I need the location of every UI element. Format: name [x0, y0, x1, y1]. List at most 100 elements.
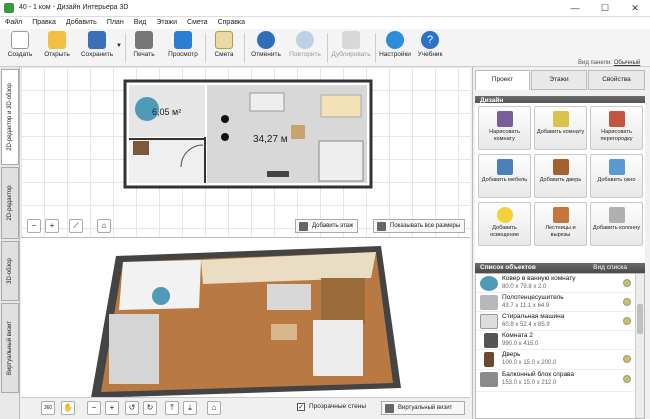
- close-button[interactable]: ✕: [620, 0, 650, 17]
- menu-estimate[interactable]: Смета: [182, 17, 213, 26]
- add-furniture-button[interactable]: Добавить мебель: [478, 154, 531, 198]
- tab-2d-editor[interactable]: 2D-редактор: [1, 167, 19, 239]
- undo-button[interactable]: Отменить: [248, 31, 284, 65]
- tab-project[interactable]: Проект: [475, 70, 530, 90]
- duplicate-button[interactable]: Дублировать: [330, 31, 372, 65]
- add-window-button[interactable]: Добавить окно: [590, 154, 643, 198]
- view-3d-canvas[interactable]: [21, 237, 470, 419]
- add-door-button[interactable]: Добавить дверь: [534, 154, 587, 198]
- hand-pan-icon[interactable]: ✋: [61, 401, 75, 415]
- stairs-and-cutouts-button[interactable]: Лестницы и вырезы: [534, 202, 587, 246]
- add-floor-button[interactable]: Добавить этаж: [295, 219, 359, 233]
- zoom-in-button[interactable]: +: [105, 401, 119, 415]
- home-view-button[interactable]: ⌂: [97, 219, 111, 233]
- room2-area-label: 34,27 м: [253, 134, 288, 145]
- light-bulb-icon[interactable]: [623, 317, 631, 325]
- save-button[interactable]: Сохранить: [77, 31, 117, 65]
- list-item[interactable]: Балконный блок справа 153.0 x 15.0 x 212…: [476, 370, 634, 392]
- estimate-icon: [215, 31, 233, 49]
- light-bulb-icon[interactable]: [623, 355, 631, 363]
- wardrobe: [133, 141, 149, 155]
- room-icon: [484, 333, 498, 348]
- draw-partition-button[interactable]: Нарисовать перегородку: [590, 106, 643, 150]
- sofa-3d: [267, 284, 311, 310]
- folder-icon: [48, 31, 66, 49]
- menu-edit[interactable]: Правка: [27, 17, 61, 26]
- transparent-walls-label: Прозрачные стены: [309, 403, 366, 410]
- tilt-up-icon[interactable]: ⤒: [165, 401, 179, 415]
- redo-button[interactable]: Повторить: [286, 31, 324, 65]
- menu-help[interactable]: Справка: [213, 17, 250, 26]
- objects-header: Список объектов Вид списка: [475, 263, 645, 273]
- door-icon: [552, 159, 569, 175]
- list-item[interactable]: Стиральная машина 60.8 x 52.4 x 85.9: [476, 312, 634, 331]
- menu-plan[interactable]: План: [102, 17, 129, 26]
- view-list-button[interactable]: Вид списка: [593, 263, 627, 273]
- printer-icon: [135, 31, 153, 49]
- estimate-button[interactable]: Смета: [210, 31, 238, 65]
- rug-icon: [480, 276, 498, 291]
- objects-scrollbar[interactable]: [635, 274, 644, 418]
- right-panel: Проект Этажи Свойства Дизайн Нарисовать …: [472, 67, 650, 419]
- brick-wall-icon: [608, 111, 625, 127]
- table-3d: [271, 324, 297, 340]
- add-column-button[interactable]: Добавить колонну: [590, 202, 643, 246]
- rotate-360-button[interactable]: 360: [41, 401, 55, 415]
- settings-button[interactable]: Настройки: [377, 31, 413, 65]
- menu-add[interactable]: Добавить: [61, 17, 102, 26]
- create-button[interactable]: Создать: [4, 31, 36, 65]
- door-icon: [484, 352, 494, 367]
- virtual-visit-button[interactable]: Виртуальный визит: [381, 401, 465, 415]
- tv-stand: [267, 171, 289, 177]
- add-room-button[interactable]: Добавить комнату: [534, 106, 587, 150]
- list-item[interactable]: Дверь 100.0 x 15.0 x 200.0: [476, 350, 634, 370]
- tutorial-button[interactable]: ? Учебник: [415, 31, 445, 65]
- plan-2d-canvas[interactable]: 6,05 м² 34,27 м − + ⟋ ⌂ Добавить этаж По…: [21, 67, 470, 237]
- list-item[interactable]: Полотенцесушитель 43.7 x 11.1 x 64.9: [476, 293, 634, 312]
- hall-3d: [109, 314, 159, 384]
- zoom-in-button[interactable]: +: [45, 219, 59, 233]
- tab-floors[interactable]: Этажи: [531, 70, 587, 90]
- camera-icon: [385, 404, 394, 413]
- minimize-button[interactable]: —: [560, 0, 590, 17]
- light-bulb-icon[interactable]: [623, 298, 631, 306]
- room1-area-label: 6,05 м²: [152, 107, 182, 117]
- list-item[interactable]: Ковер в ванную комнату 80.0 x 79.8 x 2.0: [476, 274, 634, 293]
- zoom-out-button[interactable]: −: [87, 401, 101, 415]
- rotate-left-icon[interactable]: ↺: [125, 401, 139, 415]
- light-bulb-icon[interactable]: [623, 375, 631, 383]
- print-button[interactable]: Печать: [130, 31, 158, 65]
- chair: [221, 133, 229, 141]
- open-button[interactable]: Открыть: [40, 31, 74, 65]
- undo-icon: [257, 31, 275, 49]
- menu-floors[interactable]: Этажи: [151, 17, 182, 26]
- tab-properties[interactable]: Свойства: [588, 70, 645, 90]
- dimensions-icon: [377, 222, 386, 231]
- menu-file[interactable]: Файл: [0, 17, 27, 26]
- tab-2d-3d-editor[interactable]: 2D-редактор и 3D-обзор: [1, 69, 19, 165]
- light-bulb-icon[interactable]: [623, 279, 631, 287]
- ruler-button[interactable]: ⟋: [69, 219, 83, 233]
- home-view-button[interactable]: ⌂: [207, 401, 221, 415]
- tab-3d-view[interactable]: 3D-обзор: [1, 241, 19, 301]
- rotate-right-icon[interactable]: ↻: [143, 401, 157, 415]
- zoom-out-button[interactable]: −: [27, 219, 41, 233]
- menu-view[interactable]: Вид: [129, 17, 152, 26]
- view-mode-tabs: 2D-редактор и 3D-обзор 2D-редактор 3D-об…: [0, 67, 20, 419]
- preview-button[interactable]: Просмотр: [166, 31, 200, 65]
- panel-view-selector[interactable]: Вид панели: Обычный: [578, 60, 640, 66]
- new-file-icon: [11, 31, 29, 49]
- draw-room-button[interactable]: Нарисовать комнату: [478, 106, 531, 150]
- scrollbar-thumb[interactable]: [637, 304, 643, 334]
- transparent-walls-checkbox[interactable]: ✓: [297, 403, 305, 411]
- save-dropdown-button[interactable]: ▼: [116, 31, 122, 65]
- view-3d-toolbar: 360 ✋ − + ↺ ↻ ⤒ ⤓ ⌂ ✓ Прозрачные стены В…: [21, 397, 470, 419]
- toolbar-separator: [125, 33, 126, 63]
- show-all-sizes-button[interactable]: Показывать все размеры: [373, 219, 466, 233]
- list-item[interactable]: Комната 2 990.0 x 415.0: [476, 331, 634, 350]
- maximize-button[interactable]: ☐: [590, 0, 620, 17]
- add-lighting-button[interactable]: Добавить освещение: [478, 202, 531, 246]
- tilt-down-icon[interactable]: ⤓: [183, 401, 197, 415]
- redo-icon: [296, 31, 314, 49]
- tab-virtual-visit[interactable]: Виртуальный визит: [1, 303, 19, 393]
